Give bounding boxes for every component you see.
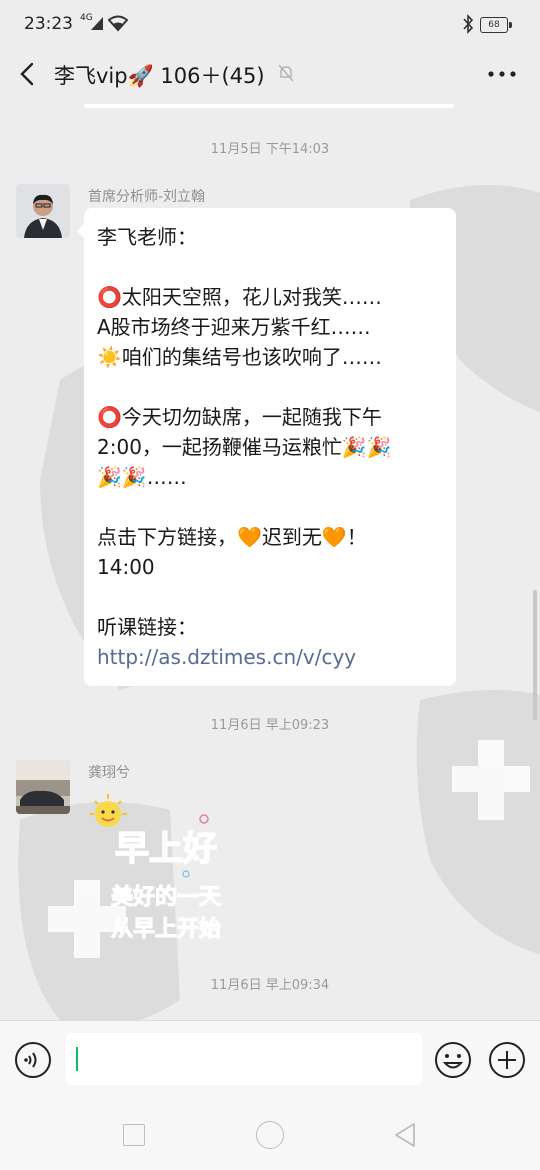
voice-icon[interactable]: [14, 1041, 52, 1079]
mute-bell-icon: [278, 64, 294, 82]
input-bar: [0, 1020, 540, 1105]
message-line: A股市场终于迎来万紫千红……: [97, 315, 371, 339]
text-cursor: [76, 1047, 78, 1071]
course-link[interactable]: http://as.dztimes.cn/v/cyy: [97, 642, 444, 672]
previous-message-edge: [84, 104, 454, 108]
chat-header: 李飞vip🚀 106＋(45): [0, 50, 540, 98]
good-morning-sticker[interactable]: 早上好 美好的一天 从早上开始: [86, 794, 246, 954]
sticker-line-1: 早上好: [115, 829, 217, 869]
message-line: 点击下方链接，🧡迟到无🧡！: [97, 525, 367, 549]
sender-name: 首席分析师-刘立翰: [88, 189, 206, 205]
message-line: [97, 492, 444, 522]
signal-icon: [91, 17, 103, 30]
system-nav-bar: [0, 1104, 540, 1170]
message-line: ⭕太阳天空照，花儿对我笑……: [97, 285, 382, 309]
more-icon[interactable]: [486, 58, 518, 90]
message-line: ☀️咱们的集结号也该吹响了……: [97, 345, 382, 369]
emoji-icon[interactable]: [434, 1041, 472, 1079]
sticker-line-2: 美好的一天: [111, 884, 222, 910]
nav-back-icon[interactable]: [392, 1121, 418, 1149]
back-arrow-icon[interactable]: [14, 58, 42, 90]
wifi-icon: [108, 15, 128, 32]
recents-button[interactable]: [123, 1124, 145, 1146]
bluetooth-icon: [463, 14, 474, 34]
status-time: 23:23: [24, 14, 73, 34]
message-timestamp: 11月6日 早上09:23: [210, 718, 330, 733]
message-line: [97, 372, 444, 402]
plus-icon[interactable]: [488, 1041, 526, 1079]
message-timestamp: 11月5日 下午14:03: [210, 142, 330, 157]
message-line: 听课链接：: [97, 615, 197, 639]
message-line: ⭕今天切勿缺席，一起随我下午: [97, 405, 382, 429]
chat-title: 李飞vip🚀 106＋(45): [54, 64, 265, 88]
sender-name: 龚珝兮: [88, 765, 130, 781]
battery-indicator: 68: [480, 17, 512, 33]
avatar[interactable]: [16, 760, 70, 814]
status-bar: 23:23 4G 68: [0, 0, 540, 50]
message-input[interactable]: [66, 1033, 422, 1085]
message-line: [97, 252, 444, 282]
home-button[interactable]: [256, 1121, 284, 1149]
scrollbar[interactable]: [533, 590, 537, 720]
message-line: [97, 582, 444, 612]
message-line: 14:00: [97, 555, 155, 579]
message-line: 2:00，一起扬鞭催马运粮忙🎉🎉: [97, 435, 392, 459]
message-line: 🎉🎉……: [97, 465, 187, 489]
avatar[interactable]: [16, 184, 70, 238]
message-line: 李飞老师：: [97, 225, 197, 249]
sticker-line-3: 从早上开始: [111, 916, 221, 942]
message-timestamp: 11月6日 早上09:34: [210, 978, 330, 993]
message-bubble[interactable]: 李飞老师： ⭕太阳天空照，花儿对我笑…… A股市场终于迎来万紫千红…… ☀️咱们…: [77, 208, 456, 686]
